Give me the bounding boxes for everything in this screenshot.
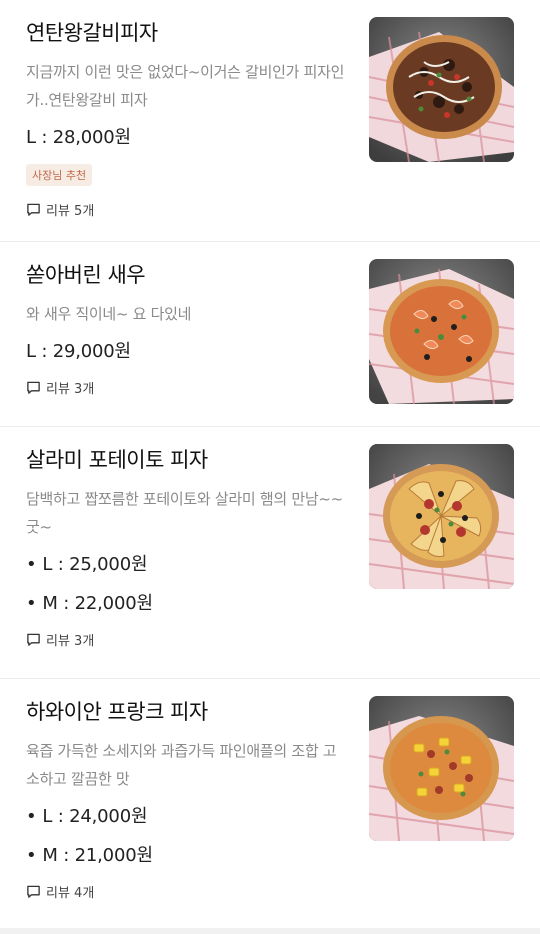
review-count-label: 리뷰 3개: [46, 634, 95, 649]
review-count[interactable]: 리뷰 5개: [26, 200, 346, 219]
bullet: •: [26, 554, 37, 575]
speech-bubble-icon: [27, 203, 40, 216]
price-label: L : 25,000원: [42, 554, 148, 575]
pizza-bulgogi-photo[interactable]: [369, 17, 514, 162]
bullet: •: [26, 593, 37, 614]
price-label: M : 22,000원: [42, 593, 153, 614]
bottom-divider: [0, 928, 540, 934]
menu-item-info: 연탄왕갈비피자 지금까지 이런 맛은 없었다~이거슨 갈비인가 피자인가..연탄…: [26, 18, 346, 241]
menu-item-price: L : 28,000원: [26, 127, 131, 148]
menu-item-price-medium: • M : 22,000원: [26, 592, 346, 616]
pizza-hawaiian-photo[interactable]: [369, 696, 514, 841]
bullet: •: [26, 806, 37, 827]
menu-item-title: 연탄왕갈비피자: [26, 21, 158, 45]
review-count-label: 리뷰 3개: [46, 382, 95, 397]
menu-item-description: 지금까지 이런 맛은 없었다~이거슨 갈비인가 피자인가..연탄왕갈비 피자: [26, 63, 345, 109]
menu-item-info: 살라미 포테이토 피자 담백하고 짭쪼름한 포테이토와 살라미 햄의 만남~~굿…: [26, 445, 346, 678]
price-label: M : 21,000원: [42, 845, 153, 866]
menu-item[interactable]: 살라미 포테이토 피자 담백하고 짭쪼름한 포테이토와 살라미 햄의 만남~~굿…: [0, 427, 540, 679]
menu-item-title: 하와이안 프랑크 피자: [26, 700, 208, 724]
menu-item[interactable]: 쏟아버린 새우 와 새우 직이네~ 요 다있네 L : 29,000원 리뷰 3…: [0, 242, 540, 427]
owner-recommend-badge: 사장님 추천: [26, 164, 93, 186]
menu-item-title: 살라미 포테이토 피자: [26, 448, 208, 472]
pizza-potato-photo[interactable]: [369, 444, 514, 589]
review-count[interactable]: 리뷰 4개: [26, 882, 346, 901]
menu-item-price-large: • L : 25,000원: [26, 553, 346, 577]
menu-item-info: 하와이안 프랑크 피자 육즙 가득한 소세지와 과즙가득 파인애플의 조합 고소…: [26, 697, 346, 930]
review-count[interactable]: 리뷰 3개: [26, 630, 346, 649]
bullet: •: [26, 845, 37, 866]
review-count-label: 리뷰 5개: [46, 204, 95, 219]
menu-item-price-medium: • M : 21,000원: [26, 844, 346, 868]
menu-item[interactable]: 하와이안 프랑크 피자 육즙 가득한 소세지와 과즙가득 파인애플의 조합 고소…: [0, 679, 540, 931]
menu-item-info: 쏟아버린 새우 와 새우 직이네~ 요 다있네 L : 29,000원 리뷰 3…: [26, 260, 346, 426]
menu-item-price: L : 29,000원: [26, 341, 131, 362]
review-count-label: 리뷰 4개: [46, 886, 95, 901]
menu-item-price-large: • L : 24,000원: [26, 805, 346, 829]
speech-bubble-icon: [27, 633, 40, 646]
menu-item-description: 와 새우 직이네~ 요 다있네: [26, 305, 192, 323]
menu-item-title: 쏟아버린 새우: [26, 263, 146, 287]
pizza-shrimp-photo[interactable]: [369, 259, 514, 404]
menu-item[interactable]: 연탄왕갈비피자 지금까지 이런 맛은 없었다~이거슨 갈비인가 피자인가..연탄…: [0, 0, 540, 242]
menu-item-description: 담백하고 짭쪼름한 포테이토와 살라미 햄의 만남~~굿~: [26, 490, 343, 536]
menu-item-description: 육즙 가득한 소세지와 과즙가득 파인애플의 조합 고소하고 깔끔한 맛: [26, 742, 337, 788]
speech-bubble-icon: [27, 885, 40, 898]
speech-bubble-icon: [27, 381, 40, 394]
review-count[interactable]: 리뷰 3개: [26, 378, 346, 397]
menu-list: 연탄왕갈비피자 지금까지 이런 맛은 없었다~이거슨 갈비인가 피자인가..연탄…: [0, 0, 540, 931]
price-label: L : 24,000원: [42, 806, 148, 827]
